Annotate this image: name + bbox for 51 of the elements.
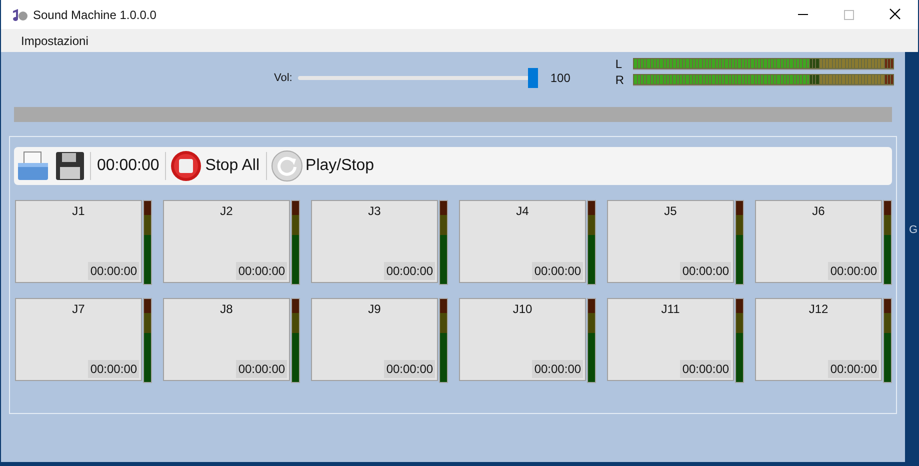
player-time: 00:00:00 bbox=[680, 360, 732, 378]
player-pad[interactable]: J6 00:00:00 bbox=[755, 200, 882, 283]
stop-icon bbox=[170, 150, 202, 182]
player-pad[interactable]: J10 00:00:00 bbox=[459, 298, 586, 381]
player-name: J11 bbox=[661, 301, 680, 318]
volume-reading: 100 bbox=[550, 70, 570, 87]
player-pad[interactable]: J5 00:00:00 bbox=[607, 200, 734, 283]
player-pad[interactable]: J12 00:00:00 bbox=[755, 298, 882, 381]
player-time: 00:00:00 bbox=[680, 262, 732, 280]
player-name: J10 bbox=[512, 301, 532, 318]
player-name: J7 bbox=[72, 301, 85, 318]
slider-thumb[interactable] bbox=[528, 68, 538, 88]
player-name: J4 bbox=[516, 203, 529, 220]
player-time: 00:00:00 bbox=[88, 262, 140, 280]
stop-all-button[interactable]: Stop All bbox=[170, 150, 260, 182]
player-pad[interactable]: J7 00:00:00 bbox=[15, 298, 142, 381]
player-pad[interactable]: J4 00:00:00 bbox=[459, 200, 586, 283]
player-time: 00:00:00 bbox=[88, 360, 140, 378]
player-name: J8 bbox=[220, 301, 233, 318]
player-time: 00:00:00 bbox=[236, 360, 288, 378]
player-pad[interactable]: J11 00:00:00 bbox=[607, 298, 734, 381]
player-pad[interactable]: J1 00:00:00 bbox=[15, 200, 142, 283]
app-logo-icon bbox=[10, 6, 28, 22]
player-name: J1 bbox=[72, 203, 85, 220]
player-name: J9 bbox=[368, 301, 381, 318]
player-pad[interactable]: J3 00:00:00 bbox=[311, 200, 438, 283]
menu-item[interactable]: Impostazioni bbox=[6, 32, 104, 50]
player-pad[interactable]: J8 00:00:00 bbox=[163, 298, 290, 381]
player-pad[interactable]: J9 00:00:00 bbox=[311, 298, 438, 381]
player-time: 00:00:00 bbox=[532, 360, 584, 378]
total-time: 00:00:00 bbox=[96, 156, 160, 176]
player-name: J3 bbox=[368, 203, 381, 220]
player-time: 00:00:00 bbox=[828, 360, 880, 378]
edge-text: G bbox=[909, 225, 918, 236]
volume-label: Vol: bbox=[274, 70, 292, 86]
player-name: J12 bbox=[808, 301, 828, 318]
channel-label: L bbox=[615, 58, 624, 70]
player-time: 00:00:00 bbox=[236, 262, 288, 280]
volume-slider[interactable] bbox=[298, 68, 538, 88]
player-time: 00:00:00 bbox=[532, 262, 584, 280]
window-title: Sound Machine 1.0.0.0 bbox=[33, 6, 156, 24]
player-name: J2 bbox=[220, 203, 233, 220]
player-time: 00:00:00 bbox=[384, 262, 436, 280]
play-stop-button[interactable]: Play/Stop bbox=[270, 150, 374, 182]
refresh-icon bbox=[270, 150, 303, 182]
player-pad[interactable]: J2 00:00:00 bbox=[163, 200, 290, 283]
player-name: J6 bbox=[812, 203, 825, 220]
player-name: J5 bbox=[664, 203, 677, 220]
channel-label: R bbox=[615, 74, 626, 86]
player-time: 00:00:00 bbox=[384, 360, 436, 378]
player-time: 00:00:00 bbox=[828, 262, 880, 280]
